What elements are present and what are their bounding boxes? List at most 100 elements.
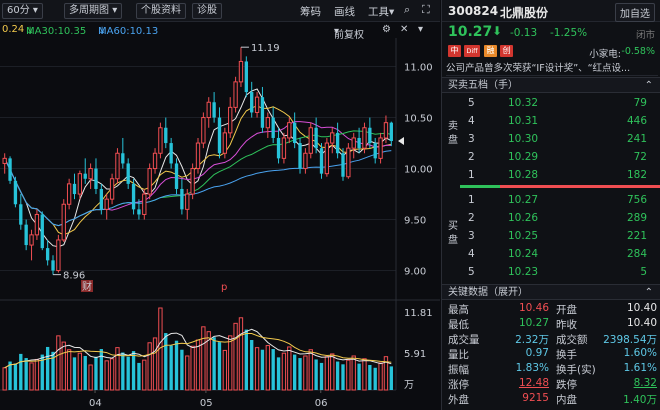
volume-bar: [83, 355, 87, 390]
candle-body: [228, 106, 233, 134]
volume-bar: [195, 339, 201, 391]
candle-body: [244, 61, 248, 93]
candle-body: [201, 117, 206, 144]
bid-level: 1: [468, 194, 475, 206]
china-flag-tag[interactable]: 中: [448, 45, 461, 57]
close-icon[interactable]: ✕: [400, 24, 408, 35]
bid-level: 2: [468, 212, 475, 224]
multi-period-button[interactable]: 多周期图 ▾: [64, 3, 123, 19]
tools-button[interactable]: 工具▾: [368, 4, 394, 19]
candle-body: [61, 203, 66, 241]
candle-body: [254, 96, 260, 113]
margin-tag[interactable]: 融: [484, 45, 497, 57]
volume-bar: [335, 361, 340, 390]
diagnose-button[interactable]: 诊股: [192, 3, 222, 19]
ma60-label: MA60:10.13: [98, 26, 159, 37]
volume-bar: [378, 362, 383, 391]
candle-body: [357, 137, 361, 149]
candle-body: [40, 214, 44, 249]
candle-body: [330, 132, 335, 144]
volume-bars: [2, 307, 393, 391]
limit-up-value[interactable]: 12.48: [519, 377, 549, 389]
volume-bar: [13, 363, 18, 390]
bid-row[interactable]: 1 10.27 756: [460, 192, 660, 210]
candle-body: [72, 183, 77, 195]
settings-icon[interactable]: ⚙: [382, 24, 391, 35]
volume-bar: [314, 359, 318, 390]
volume-bar: [265, 345, 270, 391]
chinext-tag[interactable]: 创: [500, 45, 513, 57]
volume-value: 2.32万: [515, 334, 549, 346]
open-label: 开盘: [556, 304, 577, 316]
sector-label[interactable]: 小家电:: [589, 46, 621, 60]
candle-body: [66, 183, 72, 205]
add-watchlist-button[interactable]: 加自选: [615, 3, 655, 22]
chevron-down-icon[interactable]: ▾: [418, 24, 423, 35]
key-data-title: 关键数据（展开）: [448, 287, 528, 298]
bid-volume: 284: [626, 248, 647, 260]
prev-close-label: 昨收: [556, 319, 577, 331]
stock-info-button[interactable]: 个股资料: [136, 3, 186, 19]
ma-legend: 0.24 MA30:10.35 ↓ MA60:10.13 ↓ 前复权 ▾ ⚙ ✕ ▾: [0, 22, 440, 41]
candle-body: [319, 148, 324, 174]
candle-body: [287, 122, 292, 139]
inner-volume-label: 内盘: [556, 394, 577, 406]
ask-level: 1: [468, 169, 475, 181]
company-news[interactable]: 公司产品曾多次荣获“IF设计奖”、“红点设...: [446, 60, 658, 76]
candle-body: [292, 122, 297, 144]
volume-bar: [190, 345, 195, 391]
candle-body: [121, 153, 125, 164]
key-data-row: 涨停 12.48 跌停 8.32: [442, 376, 660, 391]
bid-row[interactable]: 2 10.26 289: [460, 210, 660, 228]
candle-body: [94, 168, 98, 189]
candle-body: [126, 163, 130, 184]
candle-body: [378, 137, 383, 159]
x-tick-label: 04: [89, 398, 102, 409]
ask-row[interactable]: 4 10.31 446: [460, 113, 660, 131]
bid-row[interactable]: 5 10.23 5: [460, 264, 660, 282]
high-annotation: 11.19: [251, 43, 280, 54]
candle-body: [314, 127, 318, 149]
volume-tick-label: 5.91: [404, 349, 426, 360]
search-icon[interactable]: ⌕: [404, 3, 410, 17]
ask-row[interactable]: 1 10.28 182: [460, 167, 660, 185]
key-data-header[interactable]: 关键数据（展开） ⌃: [442, 284, 660, 300]
period-select[interactable]: 60分 ▾: [2, 3, 43, 19]
chips-button[interactable]: 筹码: [300, 4, 321, 19]
orderbook-header[interactable]: 买卖五档（手） ⌃: [442, 77, 660, 93]
fullscreen-icon[interactable]: ⛶: [422, 3, 430, 17]
volume-bar: [88, 364, 93, 391]
kline-chart[interactable]: 11.19 8.96财 p 11.00 10.50 10.00 9.50 9.00 11.81…: [0, 38, 440, 410]
price-tick-label: 11.00: [404, 63, 433, 74]
candle-body: [217, 117, 222, 154]
candle-body: [24, 224, 28, 246]
candle-body: [152, 152, 158, 170]
bid-row[interactable]: 3 10.25 221: [460, 228, 660, 246]
bid-volume: 5: [640, 266, 647, 278]
volume-bar: [121, 352, 125, 390]
multi-period-label: 多周期图: [69, 5, 109, 16]
candle-body: [77, 173, 83, 195]
volume-bar: [72, 357, 77, 390]
tag-row: 中 Diff 融 创 小家电: -0.58%: [442, 42, 660, 60]
volume-bar: [45, 346, 50, 390]
volume-bar: [292, 354, 297, 390]
candle-body: [109, 178, 115, 200]
bid-row[interactable]: 4 10.24 284: [460, 246, 660, 264]
ask-row[interactable]: 5 10.32 79: [460, 95, 660, 113]
arrow-down-icon: ↓: [98, 26, 107, 37]
stock-name: 北鼎股份: [500, 6, 549, 20]
candle-body: [222, 132, 228, 154]
price-tick-label: 9.00: [404, 267, 426, 278]
chevron-up-icon: ⌃: [644, 80, 653, 91]
bid-volume: 289: [626, 212, 647, 224]
chevron-up-icon: ⌃: [644, 287, 653, 298]
ask-row[interactable]: 2 10.29 72: [460, 149, 660, 167]
limit-down-value[interactable]: 8.32: [634, 377, 657, 389]
draw-line-button[interactable]: 画线: [334, 4, 355, 19]
low-annotation: 8.96: [63, 271, 85, 282]
candle-body: [324, 142, 330, 175]
candle-body: [142, 193, 147, 215]
diff-tag[interactable]: Diff: [464, 45, 480, 57]
ask-row[interactable]: 3 10.30 241: [460, 131, 660, 149]
